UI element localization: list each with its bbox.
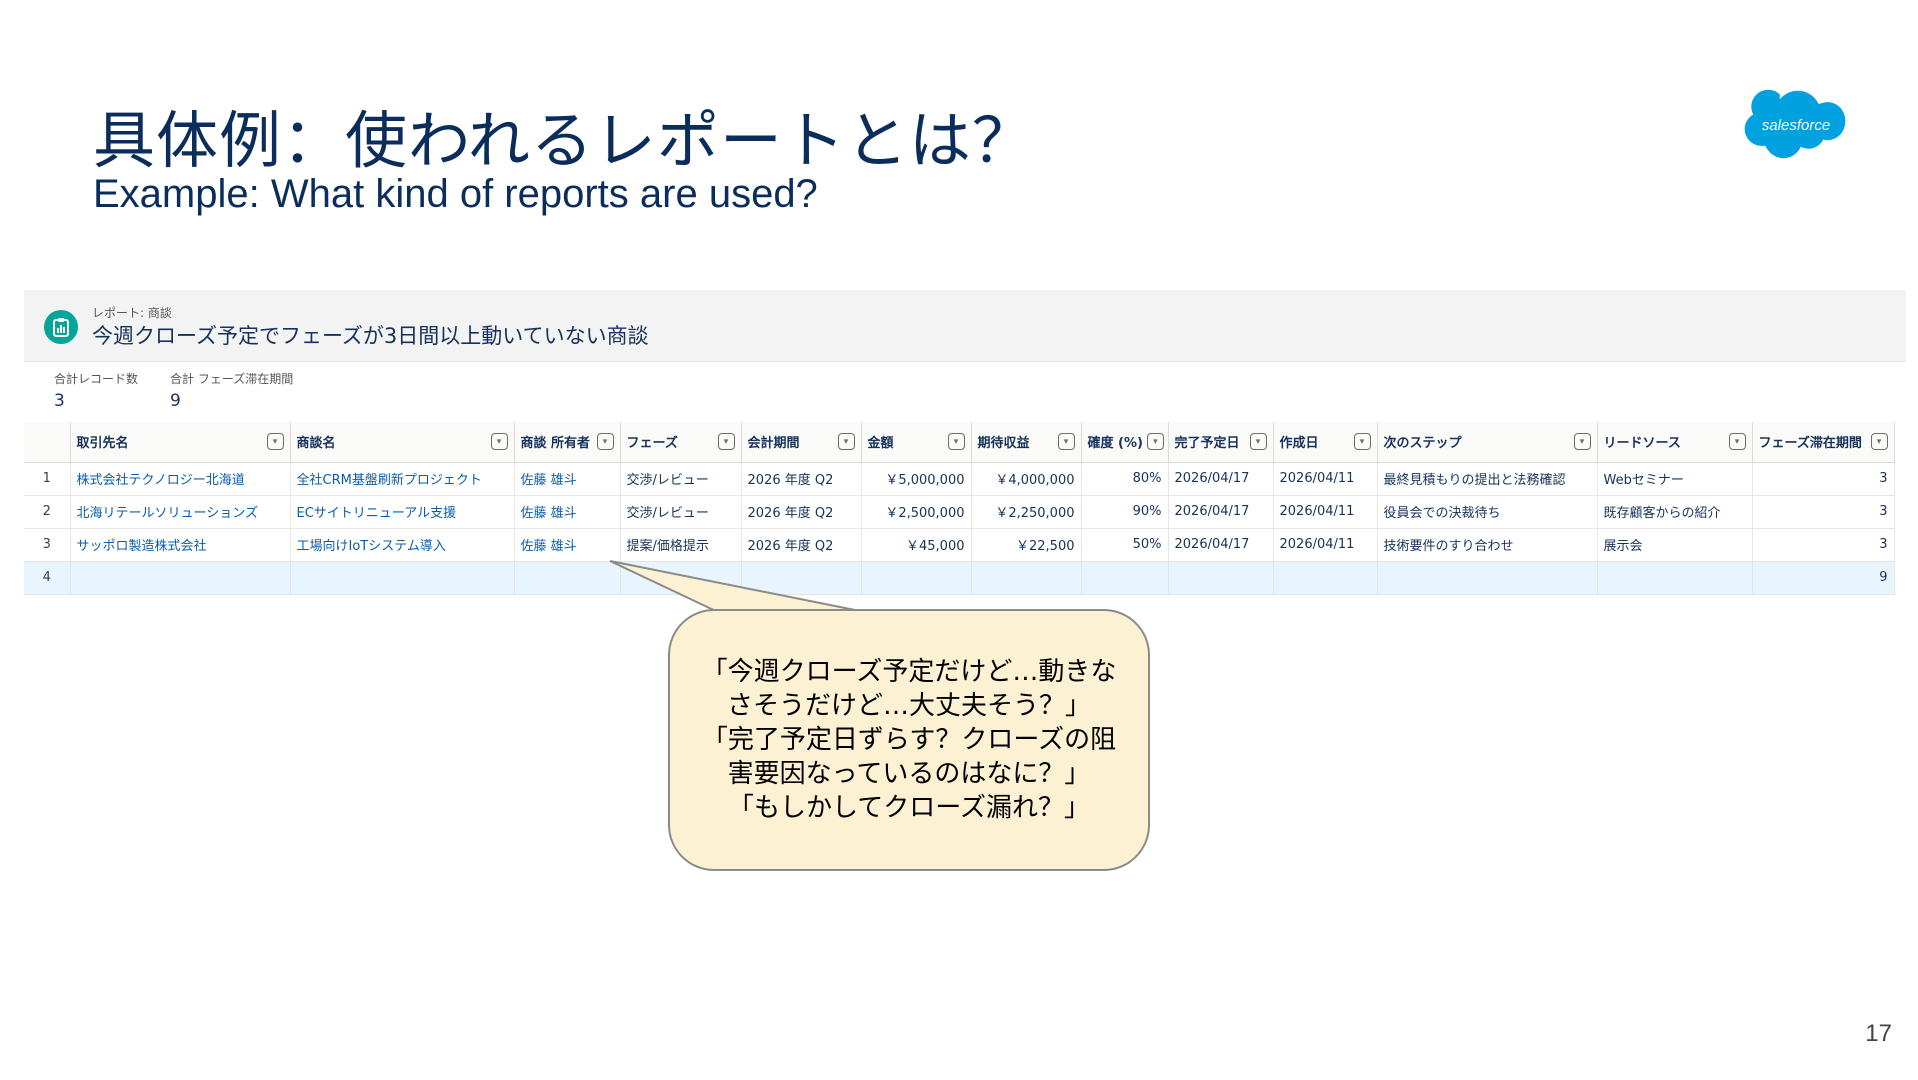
chevron-down-icon[interactable]: ▾ — [1573, 433, 1591, 451]
chevron-down-icon[interactable]: ▾ — [1870, 433, 1888, 451]
bubble-line: 「今週クローズ予定だけど…動きな — [701, 657, 1117, 687]
speech-bubble: 「今週クローズ予定だけど…動きな さそうだけど…大丈夫そう？」 「完了予定日ずら… — [668, 609, 1150, 871]
table-row: 1 株式会社テクノロジー北海道 全社CRM基盤刷新プロジェクト 佐藤 雄斗 交渉… — [24, 462, 1895, 496]
salesforce-logo: salesforce — [1744, 88, 1852, 164]
chevron-down-icon[interactable]: ▾ — [1353, 433, 1371, 451]
column-header-rownum — [24, 422, 71, 463]
column-header[interactable]: 期待収益 ▾ — [971, 422, 1082, 463]
svg-text:salesforce: salesforce — [1762, 117, 1830, 134]
column-header[interactable]: 会計期間 ▾ — [741, 422, 862, 463]
opportunity-link[interactable]: 工場向けIoTシステム導入 — [290, 528, 515, 562]
report-clipboard-icon — [44, 310, 78, 344]
chevron-down-icon[interactable]: ▾ — [596, 433, 614, 451]
account-link[interactable]: サッポロ製造株式会社 — [70, 528, 291, 562]
chevron-down-icon[interactable]: ▾ — [717, 433, 735, 451]
column-header[interactable]: 金額 ▾ — [861, 422, 972, 463]
account-link[interactable]: 株式会社テクノロジー北海道 — [70, 462, 291, 496]
report-header: レポート: 商談 今週クローズ予定でフェーズが3日間以上動いていない商談 — [24, 290, 1906, 362]
bubble-line: 害要因なっているのはなに？」 — [727, 759, 1091, 789]
bubble-line: さそうだけど…大丈夫そう？」 — [726, 691, 1091, 721]
column-header[interactable]: フェーズ ▾ — [620, 422, 742, 463]
column-header[interactable]: リードソース ▾ — [1597, 422, 1753, 463]
column-header[interactable]: 完了予定日 ▾ — [1168, 422, 1274, 463]
chevron-down-icon[interactable]: ▾ — [1249, 433, 1267, 451]
chevron-down-icon[interactable]: ▾ — [947, 433, 965, 451]
chevron-down-icon[interactable]: ▾ — [1057, 433, 1075, 451]
report-panel: レポート: 商談 今週クローズ予定でフェーズが3日間以上動いていない商談 合計レ… — [24, 290, 1906, 602]
column-header[interactable]: フェーズ滞在期間 ▾ — [1752, 422, 1895, 463]
owner-link[interactable]: 佐藤 雄斗 — [514, 495, 621, 529]
column-header[interactable]: 作成日 ▾ — [1273, 422, 1378, 463]
opportunity-link[interactable]: ECサイトリニューアル支援 — [290, 495, 515, 529]
bubble-line: 「完了予定日ずらす？クローズの阻 — [701, 725, 1117, 755]
summary-phase-days: 合計 フェーズ滞在期間 9 — [170, 372, 294, 411]
phase-days-total: 9 — [1752, 561, 1895, 595]
table-row: 2 北海リテールソリューションズ ECサイトリニューアル支援 佐藤 雄斗 交渉/… — [24, 495, 1895, 529]
column-header[interactable]: 確度 (%) ▾ — [1081, 422, 1169, 463]
table-total-row: 4 9 — [24, 561, 1895, 595]
chevron-down-icon[interactable]: ▾ — [1146, 433, 1164, 451]
owner-link[interactable]: 佐藤 雄斗 — [514, 462, 621, 496]
chevron-down-icon[interactable]: ▾ — [266, 433, 284, 451]
table-header-row: 取引先名 ▾ 商談名 ▾ 商談 所有者 ▾ フェーズ ▾ 会計期間 ▾ 金額 ▾ 期待収益 ▾… — [24, 422, 1895, 463]
opportunity-link[interactable]: 全社CRM基盤刷新プロジェクト — [290, 462, 515, 496]
column-header[interactable]: 商談 所有者 ▾ — [514, 422, 621, 463]
column-header[interactable]: 商談名 ▾ — [290, 422, 515, 463]
bubble-line: 「もしかしてクローズ漏れ？」 — [728, 793, 1090, 823]
report-table: 取引先名 ▾ 商談名 ▾ 商談 所有者 ▾ フェーズ ▾ 会計期間 ▾ 金額 ▾ 期待収益 ▾… — [24, 422, 1895, 595]
column-header[interactable]: 取引先名 ▾ — [70, 422, 291, 463]
page-number: 17 — [1865, 1020, 1892, 1047]
account-link[interactable]: 北海リテールソリューションズ — [70, 495, 291, 529]
slide-title: 具体例：使われるレポートとは？ — [93, 104, 1035, 177]
slide-subtitle: Example: What kind of reports are used? — [93, 172, 818, 216]
report-type-label: レポート: 商談 — [92, 306, 172, 320]
table-row: 3 サッポロ製造株式会社 工場向けIoTシステム導入 佐藤 雄斗 提案/価格提示… — [24, 528, 1895, 562]
report-title: 今週クローズ予定でフェーズが3日間以上動いていない商談 — [92, 324, 649, 348]
column-header[interactable]: 次のステップ ▾ — [1377, 422, 1598, 463]
summary-record-count: 合計レコード数 3 — [54, 372, 139, 411]
chevron-down-icon[interactable]: ▾ — [490, 433, 508, 451]
chevron-down-icon[interactable]: ▾ — [1728, 433, 1746, 451]
chevron-down-icon[interactable]: ▾ — [837, 433, 855, 451]
